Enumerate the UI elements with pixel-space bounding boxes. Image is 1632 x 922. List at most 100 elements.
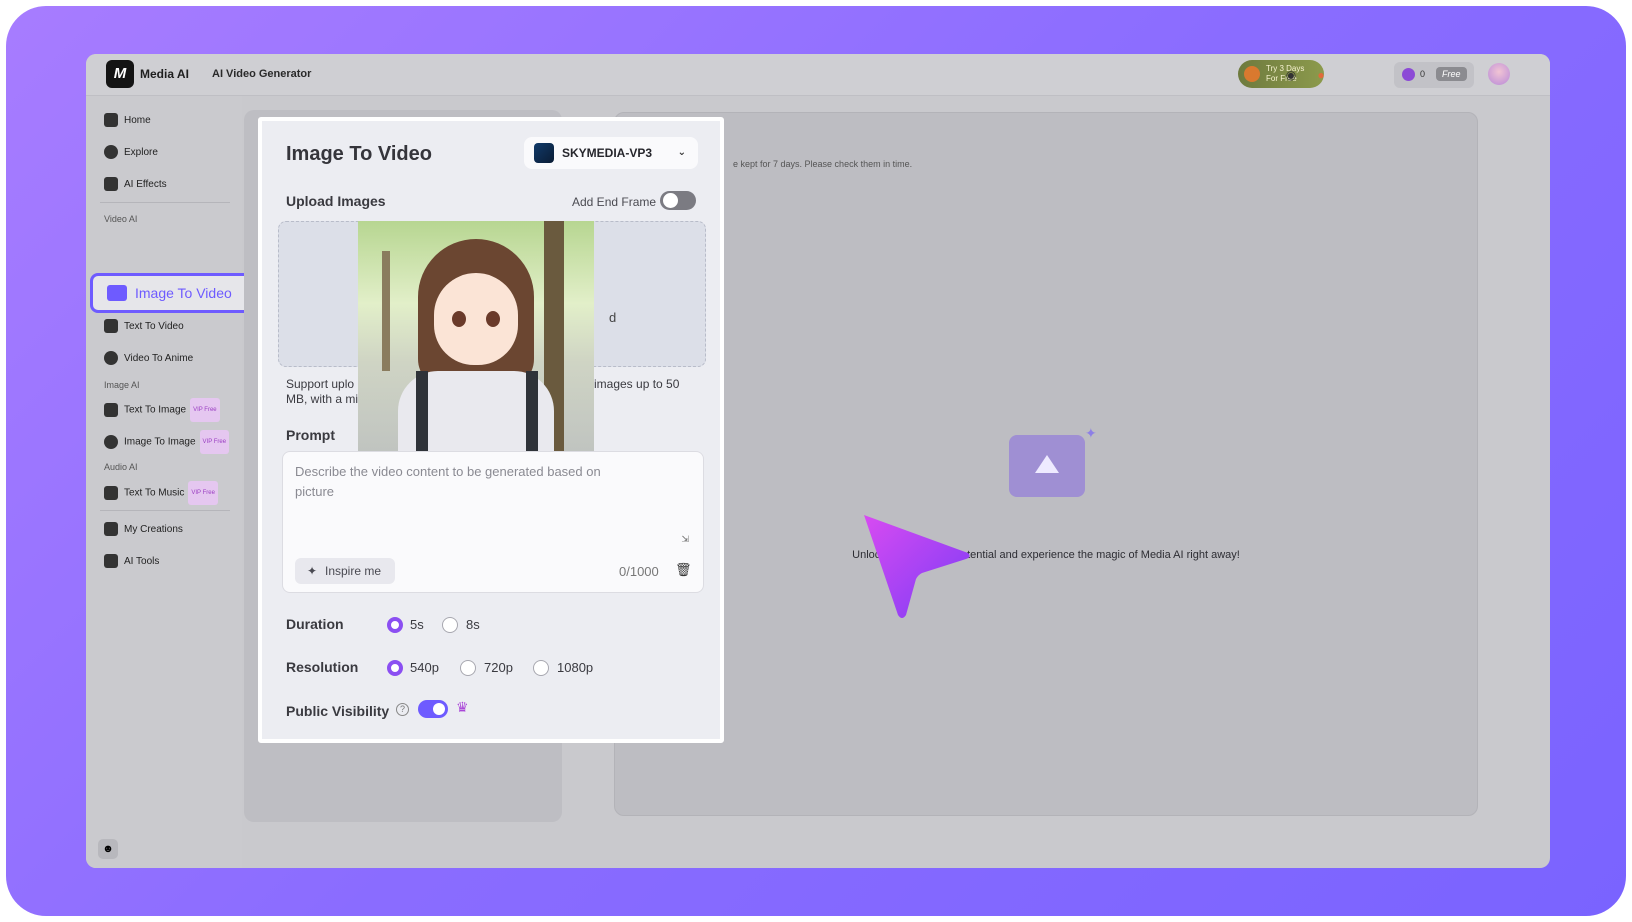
credits-count: 0: [1420, 69, 1426, 79]
vip-free-badge: VIP Free: [190, 398, 220, 422]
resolution-option-540p: 540p: [410, 660, 439, 675]
duration-label: Duration: [286, 616, 344, 632]
sidebar-item-label: Video To Anime: [124, 353, 194, 364]
retention-notice: e kept for 7 days. Please check them in …: [733, 159, 913, 169]
text-image-icon: [104, 403, 118, 417]
sidebar-item-text-to-video[interactable]: Text To Video: [104, 316, 184, 338]
archive-icon: [104, 522, 118, 537]
sidebar-item-label: AI Effects: [124, 179, 167, 190]
resize-handle-icon[interactable]: ⇲: [681, 534, 689, 545]
sidebar-item-label: AI Tools: [124, 556, 160, 567]
backpack-strap: [526, 371, 538, 457]
sidebar: Home Explore AI Effects Video AI Image T…: [86, 96, 256, 868]
resolution-option-1080p: 1080p: [557, 660, 594, 675]
sidebar-item-label: Text To Video: [124, 321, 184, 332]
credits-widget[interactable]: 0 Free: [1394, 62, 1474, 88]
sidebar-item-label: My Creations: [124, 524, 183, 535]
text-video-icon: [104, 319, 118, 334]
sidebar-item-video-to-anime[interactable]: Video To Anime: [104, 348, 193, 370]
sidebar-item-label: Explore: [124, 147, 158, 158]
panel-title: Image To Video: [286, 143, 432, 165]
sidebar-item-label: Home: [124, 115, 151, 126]
model-logo-icon: [534, 143, 554, 163]
model-select-value: SKYMEDIA-VP3: [562, 146, 653, 160]
plan-badge: Free: [1436, 67, 1467, 81]
inspire-me-label: Inspire me: [325, 564, 382, 578]
notification-dot-icon[interactable]: ●: [1312, 66, 1330, 84]
character-eye: [452, 311, 466, 327]
resolution-label: Resolution: [286, 659, 359, 675]
magic-wand-icon: ✦: [307, 564, 318, 578]
trash-icon[interactable]: 🗑: [675, 562, 692, 578]
upload-hint-text: d: [609, 310, 617, 325]
prompt-placeholder: Describe the video content to be generat…: [295, 464, 601, 499]
sparkle-icon: [104, 177, 118, 192]
prompt-label: Prompt: [286, 427, 335, 443]
gift-icon: [1244, 66, 1260, 82]
sidebar-divider: [100, 202, 230, 203]
duration-8s-radio[interactable]: [442, 617, 458, 633]
sidebar-item-label: Image To Video: [135, 285, 232, 301]
duration-option-8s: 8s: [466, 617, 480, 632]
prompt-input[interactable]: Describe the video content to be generat…: [282, 451, 704, 593]
inspire-me-button[interactable]: ✦ Inspire me: [295, 558, 395, 584]
support-text-right: images up to 50: [594, 377, 680, 391]
help-icon[interactable]: ?: [396, 703, 409, 716]
sidebar-item-image-to-image[interactable]: Image To Image VIP Free: [104, 430, 230, 454]
brand-name: Media AI: [140, 67, 189, 81]
upload-images-label: Upload Images: [286, 193, 386, 209]
music-note-icon: [104, 486, 118, 500]
chevron-down-icon: ⌄: [677, 147, 686, 158]
sidebar-item-label: Text To Image: [124, 404, 187, 416]
add-end-frame-label: Add End Frame: [572, 195, 657, 209]
sidebar-item-ai-tools[interactable]: AI Tools: [104, 551, 159, 573]
add-end-frame-toggle[interactable]: [660, 191, 696, 210]
sidebar-item-label: Text To Music: [124, 487, 185, 499]
sidebar-divider: [100, 510, 230, 511]
sidebar-item-image-to-video[interactable]: Image To Video: [90, 273, 256, 313]
sparkle-icon: ✦: [1085, 425, 1097, 441]
pointer-cursor-icon: [864, 515, 970, 618]
section-audio-ai: Audio AI: [104, 462, 138, 472]
media-ai-logo[interactable]: M: [106, 60, 134, 88]
public-visibility-label: Public Visibility: [286, 703, 390, 719]
vip-free-badge: VIP Free: [188, 481, 218, 505]
resolution-540p-radio[interactable]: [387, 660, 403, 676]
character-counter: 0/1000: [619, 564, 659, 579]
page-title: AI Video Generator: [212, 68, 312, 80]
support-text-line-2: MB, with a mi: [286, 392, 359, 406]
compass-icon: [104, 145, 118, 160]
empty-state-message: Unlock your creative potential and exper…: [852, 549, 1240, 561]
home-icon: [104, 113, 118, 128]
support-text-line-1: Support uplo: [286, 377, 355, 391]
image-image-icon: [104, 435, 118, 449]
sidebar-item-ai-effects[interactable]: AI Effects: [104, 174, 167, 196]
duration-option-5s: 5s: [410, 617, 424, 632]
sidebar-item-home[interactable]: Home: [104, 110, 151, 132]
user-avatar[interactable]: [1488, 63, 1510, 85]
sidebar-item-text-to-music[interactable]: Text To Music VIP Free: [104, 481, 218, 505]
model-select[interactable]: SKYMEDIA-VP3 ⌄: [524, 137, 698, 169]
duration-5s-radio[interactable]: [387, 617, 403, 633]
resolution-option-720p: 720p: [484, 660, 513, 675]
image-to-video-panel: Image To Video SKYMEDIA-VP3 ⌄ Upload Ima…: [258, 117, 970, 743]
character-eye: [486, 311, 500, 327]
background-tree: [382, 251, 390, 371]
uploaded-image-preview[interactable]: ©chameronin.com: [358, 221, 594, 457]
sidebar-item-text-to-image[interactable]: Text To Image VIP Free: [104, 398, 220, 422]
backpack-strap: [416, 371, 428, 457]
resolution-1080p-radio[interactable]: [533, 660, 549, 676]
discord-icon[interactable]: ◉: [1282, 66, 1300, 84]
credit-coin-icon: [1402, 68, 1415, 81]
sidebar-item-my-creations[interactable]: My Creations: [104, 519, 183, 541]
image-placeholder-icon: [1009, 435, 1085, 497]
output-panel: e kept for 7 days. Please check them in …: [614, 112, 1478, 816]
sidebar-item-label: Image To Image: [124, 436, 196, 448]
public-visibility-toggle[interactable]: [418, 700, 448, 718]
grid-tools-icon: [104, 554, 118, 569]
discord-bottom-icon[interactable]: ☻: [98, 839, 118, 859]
sidebar-item-explore[interactable]: Explore: [104, 142, 158, 164]
section-video-ai: Video AI: [104, 214, 138, 224]
resolution-720p-radio[interactable]: [460, 660, 476, 676]
section-image-ai: Image AI: [104, 380, 140, 390]
